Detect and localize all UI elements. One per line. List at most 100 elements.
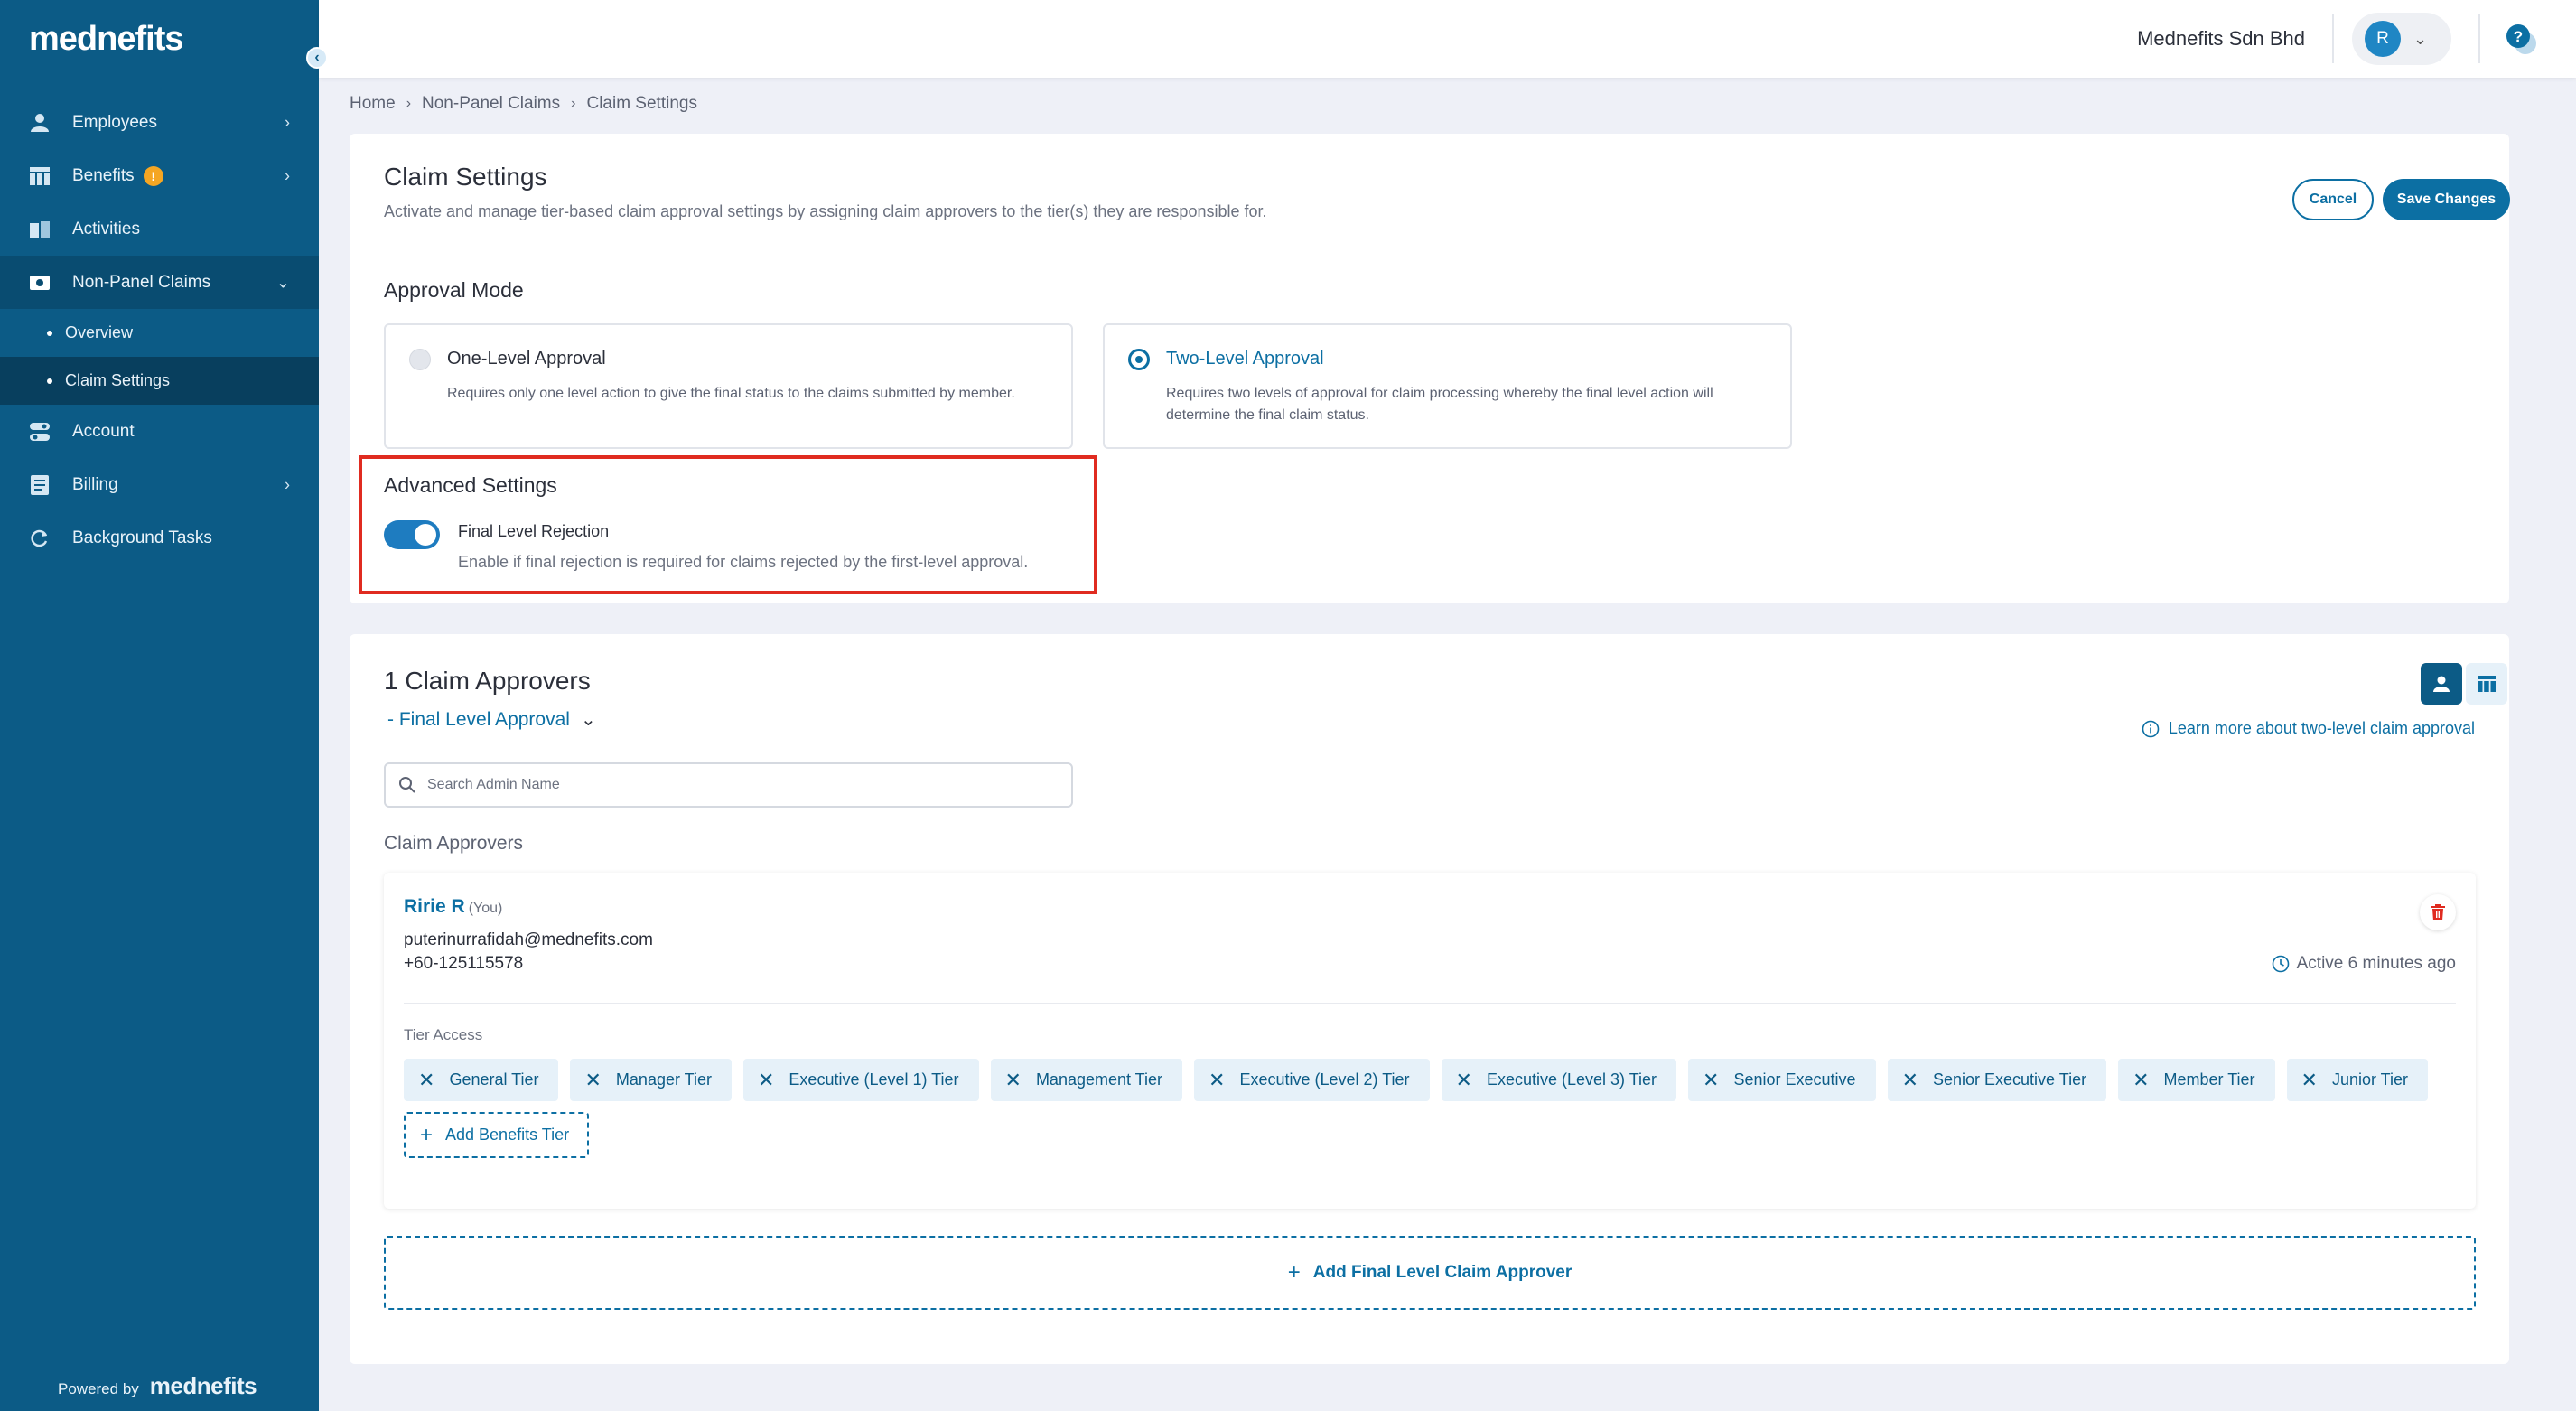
toggle-label: Final Level Rejection — [458, 522, 610, 540]
page-title: Claim Settings — [384, 163, 547, 191]
tier-chip: ✕ Junior Tier — [2286, 1059, 2429, 1101]
tier-chip-label: Senior Executive — [1733, 1070, 1856, 1089]
company-name: Mednefits Sdn Bhd — [2137, 27, 2305, 50]
approver-name: Ririe R (You) — [404, 896, 502, 918]
remove-icon[interactable]: ✕ — [1703, 1069, 1719, 1092]
clock-icon — [2272, 955, 2289, 973]
chevron-right-icon: › — [406, 96, 412, 111]
sidebar-item-account[interactable]: Account — [0, 405, 319, 458]
sidebar-item-label: Account — [72, 421, 135, 441]
radio-button[interactable] — [409, 349, 431, 370]
add-benefits-tier-button[interactable]: + Add Benefits Tier — [404, 1112, 590, 1158]
tier-chip: ✕ Executive (Level 2) Tier — [1194, 1059, 1430, 1101]
table-icon — [2478, 676, 2496, 692]
sidebar-item-non-panel-claims[interactable]: Non-Panel Claims ⌄ — [0, 256, 319, 309]
option-title: Two-Level Approval — [1166, 349, 1324, 369]
learn-more-link[interactable]: Learn more about two-level claim approva… — [2142, 719, 2475, 738]
sidebar-subitem-claim-settings[interactable]: Claim Settings — [0, 357, 319, 405]
remove-icon[interactable]: ✕ — [2133, 1069, 2149, 1092]
option-title: One-Level Approval — [447, 349, 606, 369]
sidebar-item-activities[interactable]: Activities — [0, 202, 319, 256]
divider — [404, 1003, 2456, 1004]
chevron-right-icon: › — [571, 96, 576, 111]
sidebar-item-label: Activities — [72, 219, 140, 238]
sidebar-subitem-overview[interactable]: Overview — [0, 309, 319, 357]
breadcrumb-claim-settings: Claim Settings — [586, 94, 697, 113]
breadcrumb-non-panel-claims[interactable]: Non-Panel Claims — [422, 94, 560, 114]
you-label: (You) — [468, 901, 503, 916]
trash-icon — [2431, 904, 2445, 920]
svg-text:?: ? — [2514, 28, 2523, 45]
person-view-button[interactable] — [2421, 663, 2462, 705]
sidebar-item-employees[interactable]: Employees › — [0, 96, 319, 149]
toggle-icon — [29, 421, 51, 443]
remove-icon[interactable]: ✕ — [1456, 1069, 1472, 1092]
remove-icon[interactable]: ✕ — [758, 1069, 774, 1092]
radio-button[interactable] — [1128, 349, 1150, 370]
remove-icon[interactable]: ✕ — [1902, 1069, 1918, 1092]
tier-access-label: Tier Access — [404, 1026, 483, 1043]
approver-phone: +60-125115578 — [404, 954, 524, 973]
tier-chip-label: Executive (Level 2) Tier — [1239, 1070, 1410, 1089]
chevron-down-icon: ⌄ — [2413, 29, 2428, 48]
final-level-rejection-toggle[interactable] — [384, 520, 440, 549]
tier-chip: ✕ Senior Executive — [1688, 1059, 1876, 1101]
sidebar-nav: Employees › Benefits ! › Activities Non-… — [0, 96, 319, 565]
remove-icon[interactable]: ✕ — [1209, 1069, 1225, 1092]
delete-approver-button[interactable] — [2420, 894, 2456, 930]
tier-chip-label: Member Tier — [2163, 1070, 2255, 1089]
header-divider — [2478, 14, 2480, 63]
claim-approvers-subheading: Claim Approvers — [384, 833, 524, 854]
tier-chip: ✕ General Tier — [404, 1059, 559, 1101]
bullet-icon — [47, 330, 52, 336]
sidebar-item-billing[interactable]: Billing › — [0, 458, 319, 511]
tier-chip-label: Senior Executive Tier — [1933, 1070, 2087, 1089]
search-box[interactable] — [384, 762, 1073, 808]
tier-chip-label: Executive (Level 3) Tier — [1486, 1070, 1657, 1089]
chevron-right-icon: › — [285, 113, 290, 131]
info-icon — [2142, 720, 2160, 737]
search-input[interactable] — [427, 777, 1041, 793]
breadcrumb-home[interactable]: Home — [350, 94, 396, 114]
one-level-approval-option[interactable]: One-Level Approval Requires only one lev… — [384, 323, 1073, 449]
tier-chip-label: Management Tier — [1035, 1070, 1163, 1089]
tier-chips: ✕ General Tier ✕ Manager Tier ✕ Executive (… — [404, 1059, 2454, 1158]
sidebar-item-label: Billing — [72, 474, 118, 494]
remove-icon[interactable]: ✕ — [584, 1069, 601, 1092]
book-icon — [29, 219, 51, 240]
grid-icon — [29, 165, 51, 187]
sidebar-item-label: Benefits — [72, 165, 135, 185]
claim-approvers-card: 1 Claim Approvers - Final Level Approval… — [350, 634, 2509, 1364]
sidebar-subitem-label: Claim Settings — [65, 371, 171, 389]
bullet-icon — [47, 378, 52, 384]
remove-icon[interactable]: ✕ — [418, 1069, 434, 1092]
remove-icon[interactable]: ✕ — [2301, 1069, 2318, 1092]
cancel-button[interactable]: Cancel — [2292, 179, 2374, 220]
table-view-button[interactable] — [2466, 663, 2507, 705]
remove-icon[interactable]: ✕ — [1005, 1069, 1022, 1092]
tier-chip: ✕ Member Tier — [2118, 1059, 2275, 1101]
mednefits-logo[interactable]: mednefits — [29, 20, 183, 59]
two-level-approval-option[interactable]: Two-Level Approval Requires two levels o… — [1103, 323, 1792, 449]
approval-level-dropdown[interactable]: - Final Level Approval ⌄ — [387, 708, 596, 731]
add-final-level-approver-button[interactable]: + Add Final Level Claim Approver — [384, 1236, 2476, 1310]
save-changes-button[interactable]: Save Changes — [2383, 179, 2510, 220]
help-chat-icon[interactable]: ? — [2504, 22, 2540, 58]
header-divider — [2332, 14, 2334, 63]
refresh-icon — [29, 528, 51, 549]
user-menu[interactable]: R ⌄ — [2352, 13, 2451, 65]
sidebar-item-benefits[interactable]: Benefits ! › — [0, 149, 319, 202]
sidebar-subitem-label: Overview — [65, 323, 134, 341]
sidebar-item-background-tasks[interactable]: Background Tasks — [0, 511, 319, 565]
approver-card: Ririe R (You) puterinurrafidah@mednefits.… — [384, 873, 2476, 1209]
tier-chip-label: Manager Tier — [615, 1070, 712, 1089]
search-icon — [399, 777, 415, 793]
avatar: R — [2365, 21, 2401, 57]
approval-level-value: - Final Level Approval — [387, 708, 570, 730]
sidebar: mednefits ‹ Employees › Benefits ! › Act… — [0, 0, 328, 1411]
advanced-settings-highlight: Advanced Settings Final Level Rejection … — [359, 455, 1097, 594]
sidebar-collapse-button[interactable]: ‹ — [306, 47, 328, 69]
chevron-down-icon: ⌄ — [580, 710, 596, 730]
sidebar-item-label: Non-Panel Claims — [72, 272, 211, 292]
chevron-down-icon: ⌄ — [275, 273, 290, 291]
